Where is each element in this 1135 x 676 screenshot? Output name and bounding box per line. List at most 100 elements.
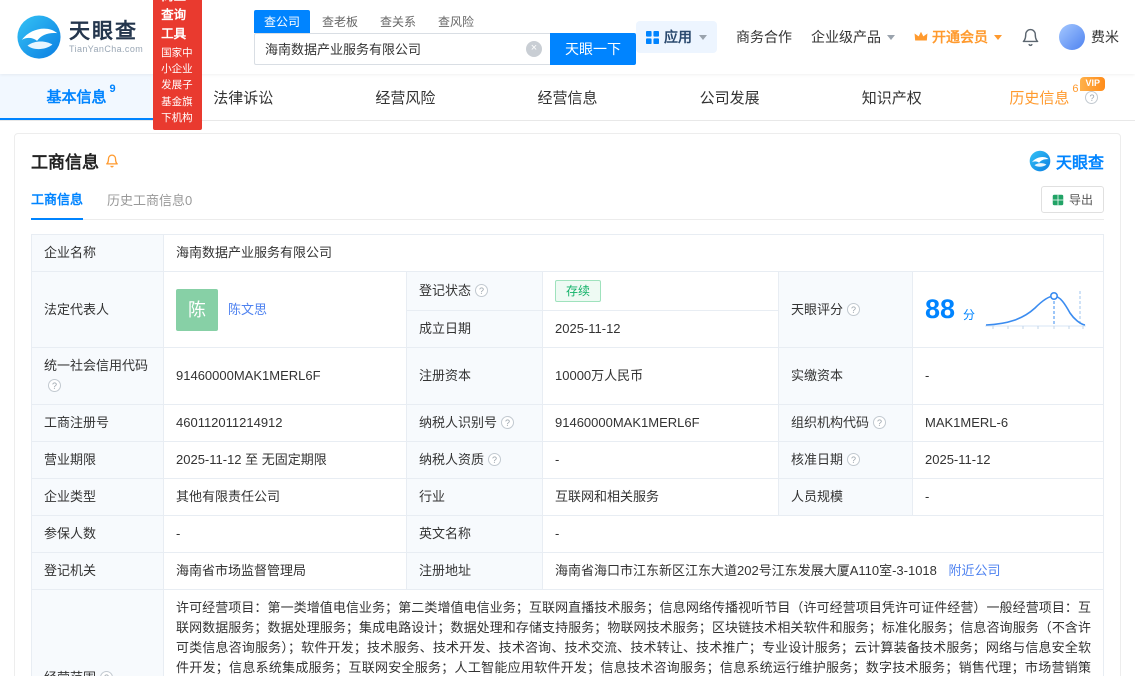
business-term-value: 2025-11-12 至 无固定期限 <box>163 441 407 479</box>
chevron-down-icon <box>994 34 1002 40</box>
approval-date-label: 核准日期? <box>778 441 913 479</box>
search-tab-relation[interactable]: 查关系 <box>370 10 426 33</box>
legal-rep-avatar: 陈 <box>176 288 218 331</box>
insured-count-value: - <box>163 515 407 553</box>
help-icon[interactable]: ? <box>847 302 861 316</box>
company-name-label: 企业名称 <box>31 234 164 272</box>
credit-code-value: 91460000MAK1MERL6F <box>163 347 407 405</box>
slogan-banner: 都在用的商业查询工具 国家中小企业发展子基金旗下机构 <box>153 0 202 131</box>
help-icon[interactable]: ? <box>488 453 502 466</box>
taxpayer-quality-label: 纳税人资质? <box>406 441 543 479</box>
tab-basic-info[interactable]: 基本信息 9 <box>0 74 163 120</box>
staff-size-label: 人员规模 <box>778 478 913 516</box>
section-title: 工商信息 <box>31 153 99 172</box>
notification-bell-icon[interactable] <box>1021 28 1040 47</box>
help-icon[interactable]: ? <box>847 453 861 466</box>
tab-operating-info[interactable]: 经营信息 <box>486 74 648 120</box>
tab-label: 知识产权 <box>861 89 922 107</box>
score-number: 88 <box>925 294 956 324</box>
english-name-label: 英文名称 <box>406 515 543 553</box>
tianyancha-logo-icon <box>17 15 61 59</box>
help-icon[interactable]: ? <box>1085 90 1099 104</box>
help-icon[interactable]: ? <box>100 671 114 676</box>
paid-capital-label: 实缴资本 <box>778 347 913 405</box>
score-label: 天眼评分? <box>778 271 913 348</box>
tab-operating-risk[interactable]: 经营风险 <box>324 74 486 120</box>
insured-count-label: 参保人数 <box>31 515 164 553</box>
chevron-down-icon <box>699 34 707 40</box>
tab-count: 9 <box>109 83 116 95</box>
export-button[interactable]: 导出 <box>1040 186 1104 213</box>
clear-icon[interactable]: × <box>526 40 542 57</box>
tab-company-development[interactable]: 公司发展 <box>649 74 811 120</box>
nav-enterprise[interactable]: 企业级产品 <box>811 27 895 47</box>
nav-cooperation[interactable]: 商务合作 <box>736 27 792 47</box>
search-tab-company[interactable]: 查公司 <box>254 9 311 33</box>
table-row: 参保人数 - 英文名称 - <box>31 515 1104 553</box>
slogan-line2: 国家中小企业发展子基金旗下机构 <box>161 46 193 124</box>
vip-badge: VIP <box>1080 77 1105 91</box>
reg-capital-label: 注册资本 <box>406 347 543 405</box>
tab-intellectual-property[interactable]: 知识产权 <box>811 74 973 120</box>
nearby-companies-link[interactable]: 附近公司 <box>949 563 1001 578</box>
help-icon[interactable]: ? <box>475 284 489 297</box>
tianyancha-watermark: 天眼查 <box>1029 149 1104 173</box>
establish-date-label: 成立日期 <box>406 310 543 348</box>
brand-domain: TianYanCha.com <box>69 43 144 54</box>
reg-number-label: 工商注册号 <box>31 404 164 442</box>
user-name: 费米 <box>1091 29 1119 45</box>
english-name-value: - <box>542 515 1104 553</box>
search-input[interactable] <box>254 32 550 65</box>
business-scope-label: 经营范围? <box>31 589 164 676</box>
tab-label: 经营信息 <box>537 89 598 107</box>
approval-date-value: 2025-11-12 <box>912 441 1104 479</box>
table-row: 法定代表人 陈 陈文思 登记状态? 存续 天眼评分? 88 分 <box>31 271 1104 348</box>
search-tab-risk[interactable]: 查风险 <box>428 10 484 33</box>
user-avatar <box>1059 24 1085 50</box>
reg-status-label: 登记状态? <box>406 271 543 311</box>
reg-address-label: 注册地址 <box>406 552 543 590</box>
tianyancha-logo[interactable]: 天眼查 TianYanCha.com <box>16 14 143 60</box>
help-icon[interactable]: ? <box>48 379 61 392</box>
subscribe-bell-icon[interactable] <box>105 154 119 168</box>
top-header: 天眼查 TianYanCha.com 都在用的商业查询工具 国家中小企业发展子基… <box>0 0 1135 131</box>
business-term-label: 营业期限 <box>31 441 164 479</box>
search-tab-boss[interactable]: 查老板 <box>312 10 368 33</box>
tab-history-info[interactable]: VIP 历史信息 6 ? <box>973 74 1135 120</box>
help-icon[interactable]: ? <box>873 416 887 429</box>
tab-label: 经营风险 <box>375 89 436 107</box>
table-row: 营业期限 2025-11-12 至 无固定期限 纳税人资质? - 核准日期? 2… <box>31 441 1104 479</box>
reg-status-value: 存续 <box>542 271 779 311</box>
tianyancha-watermark-icon <box>1029 150 1051 171</box>
industry-value: 互联网和相关服务 <box>542 478 779 516</box>
table-row: 统一社会信用代码? 91460000MAK1MERL6F 注册资本 10000万… <box>31 347 1104 405</box>
apps-grid-icon <box>646 30 659 44</box>
top-nav: 应用 商务合作 企业级产品 开通会员 费米 <box>636 21 1119 53</box>
subtab-business-info[interactable]: 工商信息 <box>31 189 84 220</box>
staff-size-value: - <box>912 478 1104 516</box>
legal-rep-name-link[interactable]: 陈文思 <box>228 300 267 320</box>
chevron-down-icon <box>887 34 895 40</box>
company-name-value: 海南数据产业服务有限公司 <box>163 234 1104 272</box>
tab-label: 公司发展 <box>699 89 760 107</box>
nav-open-vip[interactable]: 开通会员 <box>914 27 1002 47</box>
business-info-card: 工商信息 天眼查 工商信息 历史工商信息0 导出 企业名称 海南数据产业服务有限… <box>14 133 1121 676</box>
crown-icon <box>914 31 928 41</box>
legal-rep-label: 法定代表人 <box>31 271 164 348</box>
subtab-bar: 工商信息 历史工商信息0 导出 <box>31 186 1104 220</box>
table-row: 企业类型 其他有限责任公司 行业 互联网和相关服务 人员规模 - <box>31 478 1104 516</box>
brand-name: 天眼查 <box>69 20 138 44</box>
search-area: 查公司 查老板 查关系 查风险 × 天眼一下 <box>254 9 636 65</box>
reg-authority-label: 登记机关 <box>31 552 164 590</box>
tab-label: 历史信息 <box>1009 89 1070 107</box>
help-icon[interactable]: ? <box>501 416 515 429</box>
nav-open-vip-label: 开通会员 <box>932 29 988 45</box>
nav-apps[interactable]: 应用 <box>636 21 717 53</box>
tab-label: 基本信息 <box>46 88 107 106</box>
search-button[interactable]: 天眼一下 <box>550 32 636 65</box>
slogan-line1: 都在用的商业查询工具 <box>161 0 187 42</box>
subtab-history-business-info[interactable]: 历史工商信息0 <box>107 190 192 219</box>
credit-code-label: 统一社会信用代码? <box>31 347 164 405</box>
user-menu[interactable]: 费米 <box>1059 24 1119 50</box>
paid-capital-value: - <box>912 347 1104 405</box>
